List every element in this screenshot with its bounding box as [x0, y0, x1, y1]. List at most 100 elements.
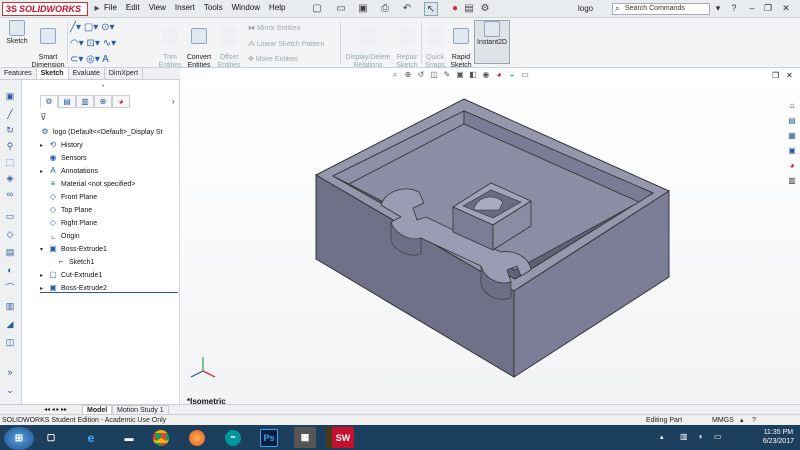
tray-arrow-icon[interactable]: ▴	[660, 433, 664, 441]
tree-item-annotations[interactable]: ▸ A Annotations	[40, 165, 98, 177]
line-icon[interactable]: ╱	[4, 108, 16, 120]
photoshop-taskbar-icon[interactable]: Ps	[260, 429, 278, 447]
pin-icon[interactable]: ⚲	[4, 140, 16, 152]
rollback-bar[interactable]	[40, 292, 178, 293]
restore-view-icon[interactable]: ❐	[772, 71, 779, 80]
battery-icon[interactable]: ▭	[714, 432, 722, 441]
tab-dimxpert[interactable]: DimXpert	[105, 68, 144, 79]
menu-edit[interactable]: Edit	[126, 3, 140, 12]
quick-snaps-button[interactable]: Quick Snaps	[423, 20, 447, 70]
tree-item-history[interactable]: ▸ ⟲ History	[40, 139, 83, 151]
restore-icon[interactable]: ❐	[762, 2, 774, 15]
tab-sketch[interactable]: Sketch	[36, 68, 69, 79]
convert-entities-button[interactable]: Convert Entities	[184, 20, 214, 70]
open-folder-icon[interactable]: ▭	[334, 2, 348, 16]
fillet-icon[interactable]: ◢	[4, 318, 16, 330]
tree-item-origin[interactable]: ⌞ Origin	[40, 230, 80, 242]
volume-icon[interactable]: ◖	[698, 432, 703, 441]
solidworks-taskbar-icon[interactable]: SW	[332, 427, 354, 448]
select-arrow-icon[interactable]: ↖	[424, 2, 438, 16]
graphics-area[interactable]: *Isometric	[181, 80, 800, 410]
menu-window[interactable]: Window	[232, 3, 260, 12]
zoom-area-icon[interactable]: ⊕	[403, 70, 413, 80]
rebuild-icon[interactable]: ●	[448, 2, 462, 16]
tree-item-right-plane[interactable]: ◇ Right Plane	[40, 217, 97, 229]
scroll-down-icon[interactable]: ⌄	[4, 384, 16, 396]
tree-item-front-plane[interactable]: ◇ Front Plane	[40, 191, 97, 203]
tree-item-boss-extrude1[interactable]: ▾ ▣ Boss-Extrude1	[40, 243, 107, 255]
tree-root[interactable]: ⚙ logo (Default<<Default>_Display St	[40, 126, 162, 138]
appearance-icon[interactable]: ◈	[4, 172, 16, 184]
app-taskbar-icon[interactable]: ▦	[294, 427, 316, 448]
glasses-icon[interactable]: ∞	[4, 188, 16, 200]
zoom-fit-icon[interactable]: ⌕	[390, 70, 400, 80]
save-icon[interactable]: ▣	[356, 2, 370, 16]
tree-item-material[interactable]: ≡ Material <not specified>	[40, 178, 136, 190]
file-properties-icon[interactable]: ▤	[462, 2, 476, 16]
dynamic-annotation-icon[interactable]: ✎	[442, 70, 452, 80]
revolve-icon[interactable]: ◐	[4, 264, 16, 276]
line-tool-icon[interactable]: ╱▾ ▢▾ ⊙▾	[70, 22, 114, 33]
scene-icon[interactable]: ◒	[507, 70, 517, 80]
view-orientation-icon[interactable]: ▣	[455, 70, 465, 80]
section-view-icon[interactable]: ◫	[429, 70, 439, 80]
close-icon[interactable]: ✕	[780, 2, 792, 15]
slot-tool-icon[interactable]: ⊂▾ ◎▾ A	[70, 54, 109, 65]
arc-tool-icon[interactable]: ◠▾ ⊡▾ ∿▾	[70, 38, 116, 49]
home-icon[interactable]: ⌂	[786, 100, 798, 112]
gear-icon[interactable]: ⚙	[478, 2, 492, 16]
plane-icon[interactable]: ◇	[4, 228, 16, 240]
resources-icon[interactable]: ▤	[786, 115, 798, 127]
offset-entities-button[interactable]: Offset Entities	[214, 20, 244, 70]
menu-view[interactable]: View	[149, 3, 166, 12]
sketch-button[interactable]: Sketch	[4, 20, 30, 46]
tab-features[interactable]: Features	[0, 68, 37, 79]
undo-icon[interactable]: ↶	[400, 2, 414, 16]
explorer-taskbar-icon[interactable]: ▢	[40, 427, 62, 448]
internet-explorer-icon[interactable]: e	[80, 427, 102, 448]
search-dropdown-icon[interactable]: ▾	[712, 2, 724, 15]
display-style-icon[interactable]: ◧	[468, 70, 478, 80]
collapse-dots-icon[interactable]: •	[102, 83, 104, 90]
sweep-icon[interactable]: ⌒	[4, 282, 16, 294]
tree-item-sketch1[interactable]: ⌐ Sketch1	[56, 256, 95, 268]
close-view-icon[interactable]: ✕	[786, 71, 793, 80]
menu-help[interactable]: Help	[269, 3, 285, 12]
box-icon[interactable]: ▣	[4, 90, 16, 102]
dimxpert-tab-icon[interactable]: ⊕	[94, 95, 112, 108]
extrude-icon[interactable]: ▤	[4, 246, 16, 258]
mirror-entities-button[interactable]: ⧓ Mirror Entities	[248, 24, 300, 32]
tree-item-sensors[interactable]: ◉ Sensors	[40, 152, 87, 164]
tab-evaluate[interactable]: Evaluate	[69, 68, 105, 79]
loft-icon[interactable]: ▥	[4, 300, 16, 312]
network-icon[interactable]: ▥	[680, 432, 688, 441]
search-input[interactable]: ⌕ Search Commands	[612, 3, 710, 15]
menu-file[interactable]: File	[104, 3, 117, 12]
trim-entities-button[interactable]: Trim Entities	[156, 20, 184, 70]
display-delete-relations-button[interactable]: Display/Delete Relations	[344, 20, 392, 70]
minimize-icon[interactable]: –	[746, 2, 758, 15]
folder-taskbar-icon[interactable]: ▬	[118, 427, 140, 448]
menu-insert[interactable]: Insert	[175, 3, 195, 12]
feature-tree-tab-icon[interactable]: ⚙	[40, 95, 58, 108]
print-icon[interactable]: ⎙	[378, 2, 392, 16]
view-settings-icon[interactable]: ▭	[520, 70, 530, 80]
tree-item-top-plane[interactable]: ◇ Top Plane	[40, 204, 92, 216]
instant2d-button[interactable]: Instant2D	[474, 20, 510, 64]
firefox-taskbar-icon[interactable]	[186, 427, 208, 448]
previous-view-icon[interactable]: ↺	[416, 70, 426, 80]
sketch-entity-icon[interactable]: ▭	[4, 210, 16, 222]
property-tab-icon[interactable]: ▤	[58, 95, 76, 108]
tree-item-cut-extrude1[interactable]: ▸ ▢ Cut-Extrude1	[40, 269, 102, 281]
more-chevron-icon[interactable]: »	[4, 366, 16, 378]
rotate-icon[interactable]: ↻	[4, 124, 16, 136]
section-icon[interactable]: ⬚	[4, 156, 16, 168]
tree-expand-arrow-icon[interactable]: ›	[172, 97, 175, 106]
appearances-icon[interactable]: ◕	[786, 160, 798, 172]
custom-properties-icon[interactable]: ▥	[786, 175, 798, 187]
start-button-icon[interactable]: ⊞	[4, 427, 34, 450]
chrome-taskbar-icon[interactable]	[150, 427, 172, 448]
filter-icon[interactable]: ⊽	[40, 112, 47, 123]
move-entities-button[interactable]: ✥ Move Entities	[248, 55, 298, 63]
new-document-icon[interactable]: ▢	[310, 2, 324, 16]
